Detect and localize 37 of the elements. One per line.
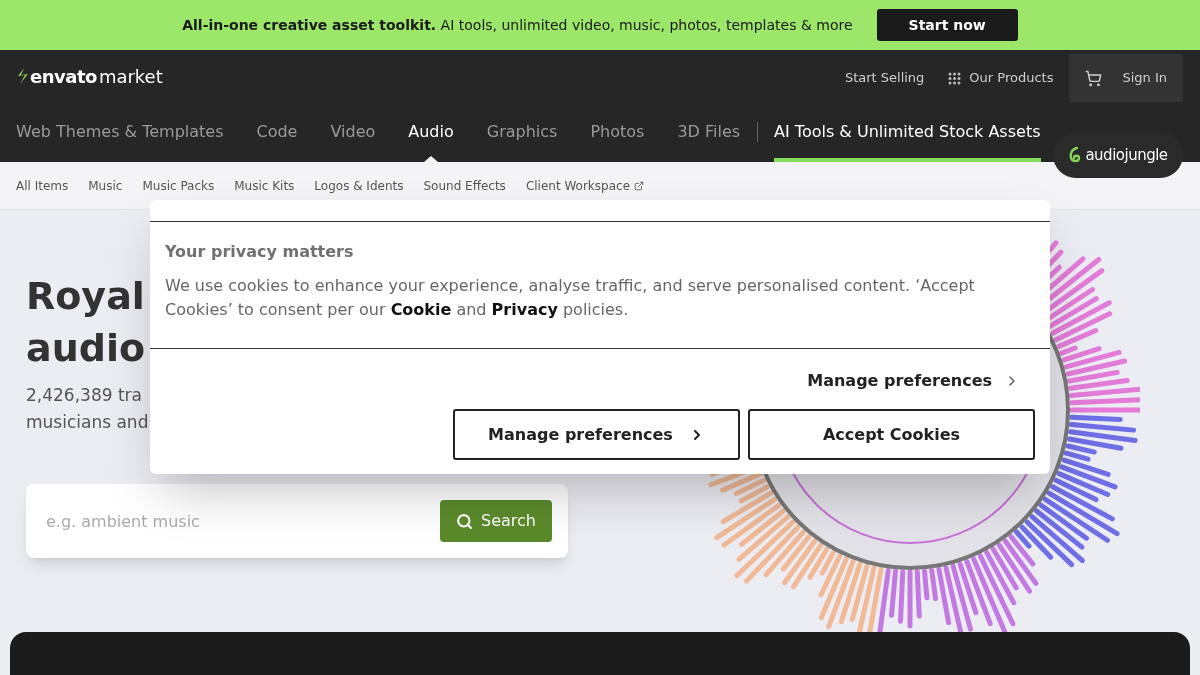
dialog-title: Your privacy matters (165, 241, 355, 263)
external-link-icon (634, 180, 645, 191)
accept-cookies-button[interactable]: Accept Cookies (748, 409, 1035, 460)
cart-icon (1085, 69, 1103, 87)
category-tab[interactable]: Video (330, 102, 376, 162)
grid-icon (948, 71, 962, 85)
sub-nav-link[interactable]: Logos & Idents (314, 176, 404, 195)
search-icon (456, 512, 474, 530)
search-button[interactable]: Search (440, 500, 552, 542)
sub-nav-link[interactable]: Music (88, 176, 123, 195)
hero-subtitle: musicians and (26, 411, 149, 434)
badge-label: audiojungle (1085, 144, 1168, 166)
swirl-logo-icon (1068, 146, 1083, 164)
sign-in-button[interactable]: Sign In (1069, 54, 1183, 102)
start-now-button[interactable]: Start now (876, 9, 1018, 41)
sub-nav-link[interactable]: Sound Effects (423, 176, 506, 195)
hero-title: Royal (26, 273, 145, 320)
manage-preferences-button[interactable]: Manage preferences (453, 409, 740, 460)
category-tab[interactable]: Web Themes & Templates (16, 102, 224, 162)
dialog-body: We use cookies to enhance your experience, analyse traffic, and serve personalised content. ‘Accept Cookies’ to consent per our Cookie and Privacy policies. (165, 275, 976, 321)
hero-subtitle: 2,426,389 tra (26, 384, 142, 407)
start-selling-link[interactable]: Start Selling (832, 68, 937, 88)
hero-title: audio (26, 325, 146, 372)
promo-text: All-in-one creative asset toolkit. AI tools, unlimited video, music, photos, templates & more (182, 15, 853, 35)
manage-preferences-link[interactable]: Manage preferences (807, 369, 1020, 393)
sub-nav-link[interactable]: All Items (16, 176, 69, 195)
products-link[interactable]: Our Products (936, 68, 1066, 88)
category-tab[interactable]: 3D Files (677, 102, 741, 162)
category-tab[interactable]: Graphics (486, 102, 558, 162)
envato-logo[interactable]: envatomarket (16, 62, 163, 90)
category-tab[interactable]: Photos (590, 102, 645, 162)
audiojungle-badge[interactable]: audiojungle (1053, 132, 1183, 178)
sub-nav-link[interactable]: Music Packs (142, 176, 215, 195)
search-field[interactable]: e.g. ambient music Search (26, 484, 568, 558)
sub-nav-link[interactable]: Music Kits (234, 176, 295, 195)
sub-nav-link[interactable]: Client Workspace (525, 176, 645, 195)
category-tab[interactable]: Code (256, 102, 298, 162)
